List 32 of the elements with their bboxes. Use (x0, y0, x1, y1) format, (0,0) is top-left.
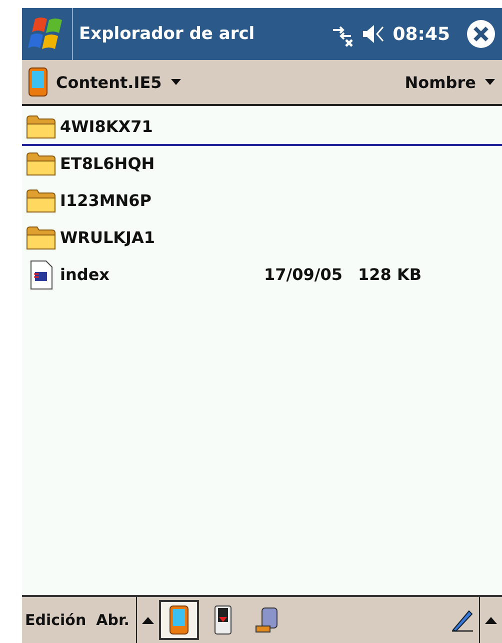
caret-icon (170, 78, 182, 86)
close-icon[interactable] (466, 19, 496, 49)
clock-time[interactable]: 08:45 (392, 24, 450, 44)
file-row[interactable]: index 17/09/05 128 KB (22, 257, 502, 294)
input-panel-arrow-icon[interactable] (484, 615, 498, 625)
folder-icon (26, 114, 56, 138)
folder-icon (26, 188, 56, 212)
folder-icon (26, 226, 56, 250)
device-icon (28, 67, 48, 97)
location-button[interactable] (159, 600, 200, 640)
device-icon (169, 605, 190, 635)
file-name: ET8L6HQH (60, 154, 156, 173)
scroll-up-icon[interactable] (141, 615, 156, 625)
menu-button[interactable]: Edición (22, 611, 90, 629)
folder-dropdown[interactable]: Content.IE5 (22, 67, 188, 97)
file-name: I123MN6P (60, 191, 153, 210)
file-name: 4WI8KX71 (60, 117, 154, 136)
window-title: Explorador de arcl (79, 24, 256, 44)
file-row[interactable]: 4WI8KX71 (22, 109, 502, 146)
caret-icon (484, 78, 496, 86)
file-name: index (60, 265, 110, 284)
file-row[interactable]: I123MN6P (22, 183, 502, 220)
storage-card-icon (214, 605, 232, 635)
sort-dropdown[interactable]: Nombre (398, 72, 502, 92)
file-row[interactable]: ET8L6HQH (22, 146, 502, 183)
file-row[interactable]: WRULKJA1 (22, 220, 502, 257)
file-date: 17/09/05 (264, 265, 344, 284)
file-name: WRULKJA1 (60, 228, 156, 247)
menu-button[interactable]: Abr. (93, 611, 132, 629)
network-drive-icon (254, 606, 280, 634)
file-size: 128 KB (358, 265, 422, 284)
folder-icon (26, 152, 56, 176)
